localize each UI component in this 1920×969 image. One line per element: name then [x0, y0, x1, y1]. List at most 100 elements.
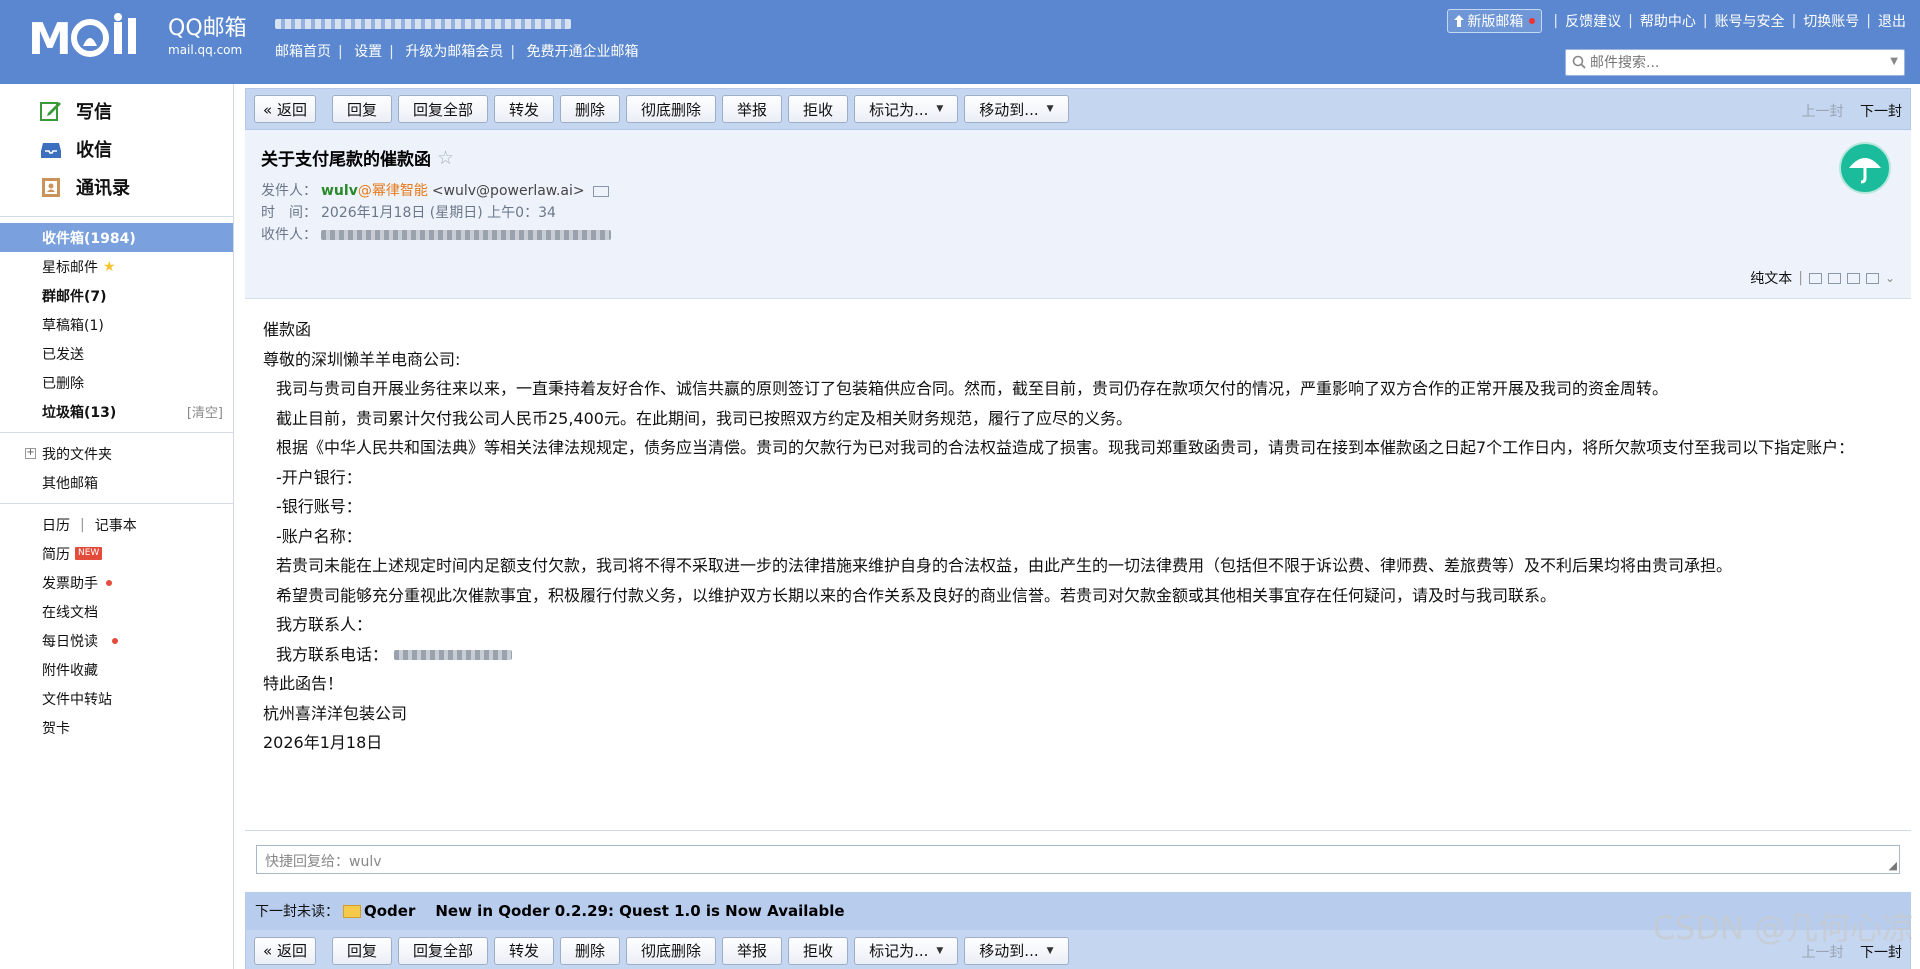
move-to-dropdown[interactable]: 移动到... ▼ — [964, 95, 1069, 123]
nav-settings[interactable]: 设置 — [354, 44, 382, 60]
folder-group[interactable]: 群邮件(7) — [0, 281, 233, 310]
notebook-link[interactable]: 记事本 — [95, 515, 137, 535]
new-version-button[interactable]: 新版邮箱 — [1447, 9, 1543, 33]
tool-file-transfer[interactable]: 文件中转站 — [0, 684, 233, 713]
feedback-link[interactable]: 反馈建议 — [1565, 11, 1621, 31]
chevron-down-icon: ▼ — [1046, 104, 1054, 114]
switch-account-link[interactable]: 切换账号 — [1803, 11, 1859, 31]
help-link[interactable]: 帮助中心 — [1640, 11, 1696, 31]
contacts-button[interactable]: 通讯录 — [0, 168, 233, 206]
forward-button[interactable]: 转发 — [493, 95, 554, 123]
spam-clear-link[interactable]: [清空] — [187, 402, 223, 421]
mail-pager: 上一封 下一封 — [1802, 101, 1902, 121]
tool-calendar-notebook: 日历 | 记事本 — [42, 515, 137, 535]
upload-arrow-icon — [1454, 15, 1465, 27]
tool-online-docs[interactable]: 在线文档 — [0, 597, 233, 626]
report-button[interactable]: 举报 — [722, 936, 783, 965]
prev-mail-link[interactable]: 上一封 — [1802, 104, 1844, 120]
chevron-down-icon: ▼ — [936, 104, 944, 114]
invoice-label: 发票助手 — [42, 575, 98, 592]
body-bank-name: -开户银行： — [276, 467, 362, 487]
mail-meta: 发件人： wulv@幂律智能 <wulv@powerlaw.ai> 时 间： 2026… — [261, 180, 1895, 246]
new-window-icon[interactable] — [1808, 272, 1822, 284]
move-to-label: 移动到... — [979, 942, 1039, 960]
mark-as-dropdown[interactable]: 标记为... ▼ — [854, 936, 959, 965]
reply-all-button[interactable]: 回复全部 — [397, 936, 488, 965]
tool-resume[interactable]: 简历 NEW — [0, 539, 233, 568]
delete-button[interactable]: 删除 — [560, 936, 621, 965]
back-button[interactable]: « 返回 — [254, 936, 316, 965]
next-mail-link[interactable]: 下一封 — [1860, 104, 1902, 120]
forward-button[interactable]: 转发 — [493, 936, 554, 965]
folder-my-folders[interactable]: + 我的文件夹 — [0, 439, 233, 468]
folder-starred[interactable]: 星标邮件 ★ — [0, 252, 233, 281]
body-bank-account: -银行账号： — [276, 497, 362, 516]
reject-button[interactable]: 拒收 — [788, 95, 849, 123]
back-button[interactable]: « 返回 — [254, 95, 316, 123]
next-unread-from[interactable]: Qoder — [364, 902, 415, 920]
my-folders-label: 我的文件夹 — [42, 446, 112, 463]
logout-link[interactable]: 退出 — [1878, 11, 1906, 31]
folder-sent[interactable]: 已发送 — [0, 339, 233, 368]
folder-spam-label: 垃圾箱(13) — [42, 404, 117, 421]
reply-all-button[interactable]: 回复全部 — [397, 95, 488, 123]
folder-drafts[interactable]: 草稿箱(1) — [0, 310, 233, 339]
star-outline-icon[interactable]: ☆ — [437, 147, 454, 169]
body-signature-company: 杭州喜洋洋包装公司 — [263, 703, 408, 723]
reply-button[interactable]: 回复 — [331, 95, 392, 123]
download-icon[interactable] — [1846, 272, 1860, 284]
mail-read-panel: « 返回 回复 回复全部 转发 删除 彻底删除 举报 拒收 标记为... ▼ 移动… — [245, 88, 1911, 969]
tool-daily-reading[interactable]: 每日悦读 — [0, 626, 233, 655]
next-unread-subject[interactable]: New in Qoder 0.2.29: Quest 1.0 is Now Av… — [435, 902, 844, 920]
copy-icon[interactable] — [1827, 272, 1841, 284]
folder-sent-label: 已发送 — [42, 346, 84, 363]
folder-other-mail[interactable]: 其他邮箱 — [0, 468, 233, 497]
reject-button[interactable]: 拒收 — [788, 936, 849, 965]
folder-deleted[interactable]: 已删除 — [0, 368, 233, 397]
mail-logo[interactable]: M — [28, 12, 163, 64]
star-icon: ★ — [103, 258, 116, 275]
to-row: 收件人： — [261, 224, 1895, 246]
mail-subject: 关于支付尾款的催款函 ☆ — [261, 145, 1895, 171]
time-row: 时 间： 2026年1月18日 (星期日) 上午0：34 — [261, 202, 1895, 224]
mail-header: 关于支付尾款的催款函 ☆ 发件人： wulv@幂律智能 <wulv@powerlaw… — [245, 130, 1911, 299]
tool-greeting-card[interactable]: 贺卡 — [0, 713, 233, 742]
calendar-link[interactable]: 日历 — [42, 515, 70, 535]
nav-enterprise-mail[interactable]: 免费开通企业邮箱 — [527, 44, 639, 60]
move-to-label: 移动到... — [979, 100, 1039, 119]
search-dropdown-icon[interactable]: ▼ — [1890, 56, 1898, 67]
logo-text: QQ邮箱 mail.qq.com — [168, 16, 247, 58]
move-to-dropdown[interactable]: 移动到... ▼ — [964, 936, 1069, 965]
contact-card-icon[interactable] — [592, 185, 609, 197]
mark-as-dropdown[interactable]: 标记为... ▼ — [854, 95, 959, 123]
mark-as-label: 标记为... — [869, 100, 929, 119]
expand-more-icon[interactable]: ⌄ — [1885, 271, 1895, 285]
body-closing: 特此函告！ — [263, 674, 344, 693]
account-security-link[interactable]: 账号与安全 — [1715, 11, 1785, 31]
quick-reply-input[interactable]: 快捷回复给：wulv ◢ — [256, 845, 1900, 874]
new-version-dot — [1529, 18, 1536, 24]
folder-inbox[interactable]: 收件箱(1984) — [0, 223, 233, 252]
body-title: 催款函 — [263, 320, 312, 339]
delete-permanent-button[interactable]: 彻底删除 — [626, 95, 717, 123]
resize-grip-icon[interactable]: ◢ — [1889, 859, 1897, 872]
plain-text-link[interactable]: 纯文本 — [1750, 268, 1792, 288]
nav-mail-home[interactable]: 邮箱首页 — [275, 44, 331, 60]
delete-button[interactable]: 删除 — [560, 95, 621, 123]
tool-invoice[interactable]: 发票助手 — [0, 568, 233, 597]
report-button[interactable]: 举报 — [722, 95, 783, 123]
tool-attachments[interactable]: 附件收藏 — [0, 655, 233, 684]
nav-upgrade-vip[interactable]: 升级为邮箱会员 — [405, 44, 503, 60]
compose-button[interactable]: 写信 — [0, 92, 233, 130]
expand-plus-icon[interactable]: + — [25, 448, 36, 459]
receive-button[interactable]: 收信 — [0, 130, 233, 168]
print-icon[interactable] — [1865, 272, 1879, 284]
account-email-blurred — [275, 18, 571, 32]
sender-name[interactable]: wulv — [321, 183, 358, 199]
search-input[interactable] — [1590, 53, 1880, 73]
attachments-label: 附件收藏 — [42, 662, 98, 679]
folder-spam[interactable]: 垃圾箱(13) [清空] — [0, 397, 233, 426]
folder-starred-label: 星标邮件 — [42, 259, 98, 276]
reply-button[interactable]: 回复 — [331, 936, 392, 965]
delete-permanent-button[interactable]: 彻底删除 — [626, 936, 717, 965]
